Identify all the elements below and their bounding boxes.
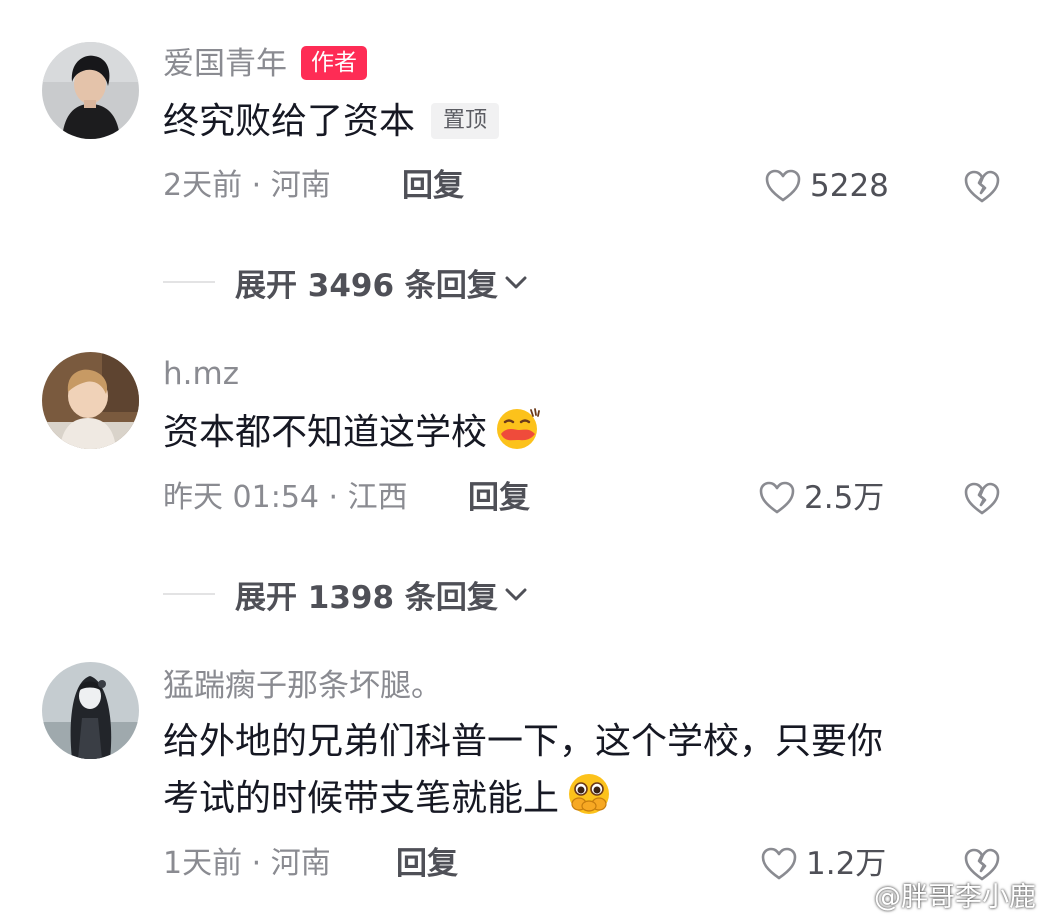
avatar-image <box>42 662 139 759</box>
weibo-logo-icon <box>834 884 869 908</box>
expand-label[interactable]: 展开 1398 条回复 <box>235 572 498 617</box>
broken-heart-icon <box>964 170 1000 203</box>
pinned-badge: 置顶 <box>431 103 500 139</box>
comment-meta: 2天前 · 河南 <box>163 168 331 203</box>
like-count: 2.5万 <box>804 480 885 516</box>
username-text[interactable]: 爱国青年 <box>163 46 287 82</box>
watermark: @胖哥李小鹿 <box>834 875 1036 914</box>
divider-line <box>163 281 215 283</box>
covering-mouth-teary-emoji <box>565 770 613 818</box>
smirk-lips-emoji <box>493 404 541 452</box>
like-count: 5228 <box>810 168 889 204</box>
comment-meta: 昨天 01:54 · 江西 <box>163 480 408 515</box>
expand-label[interactable]: 展开 3496 条回复 <box>235 260 498 305</box>
heart-outline-icon <box>761 847 797 880</box>
comment-text: 终究败给了资本 置顶 <box>163 94 500 150</box>
comment-content: 资本都不知道这学校 <box>163 412 488 453</box>
avatar-image <box>42 42 139 139</box>
avatar[interactable] <box>42 662 139 759</box>
divider-line <box>163 593 215 595</box>
comment-content: 终究败给了资本 <box>163 101 416 142</box>
avatar[interactable] <box>42 42 139 139</box>
like-button[interactable]: 2.5万 <box>758 478 884 518</box>
heart-outline-icon <box>759 481 795 514</box>
dislike-button[interactable] <box>962 166 1002 206</box>
comment-meta: 1天前 · 河南 <box>163 846 331 881</box>
expand-replies[interactable]: 展开 3496 条回复 <box>163 260 530 305</box>
reply-button[interactable]: 回复 <box>396 844 458 884</box>
broken-heart-icon <box>964 482 1000 515</box>
username[interactable]: 爱国青年 作者 <box>163 44 367 84</box>
comment-text-line-1: 给外地的兄弟们科普一下，这个学校，只要你 <box>163 721 884 762</box>
username[interactable]: 猛踹瘸子那条坏腿。 <box>163 666 442 706</box>
author-badge: 作者 <box>301 46 367 80</box>
watermark-text: @胖哥李小鹿 <box>874 882 1036 913</box>
chevron-down-icon[interactable] <box>502 580 530 608</box>
dislike-button[interactable] <box>962 478 1002 518</box>
avatar-image <box>42 352 139 449</box>
comment-text-line-2: 考试的时候带支笔就能上 <box>163 770 613 827</box>
heart-outline-icon <box>765 169 801 202</box>
expand-replies[interactable]: 展开 1398 条回复 <box>163 572 530 617</box>
reply-button[interactable]: 回复 <box>402 166 464 206</box>
like-button[interactable]: 5228 <box>764 166 889 206</box>
comment-content: 考试的时候带支笔就能上 <box>163 778 560 819</box>
comment-text: 资本都不知道这学校 <box>163 404 541 461</box>
chevron-down-icon[interactable] <box>502 268 530 296</box>
avatar[interactable] <box>42 352 139 449</box>
username[interactable]: h.mz <box>163 354 239 394</box>
reply-button[interactable]: 回复 <box>468 478 530 518</box>
